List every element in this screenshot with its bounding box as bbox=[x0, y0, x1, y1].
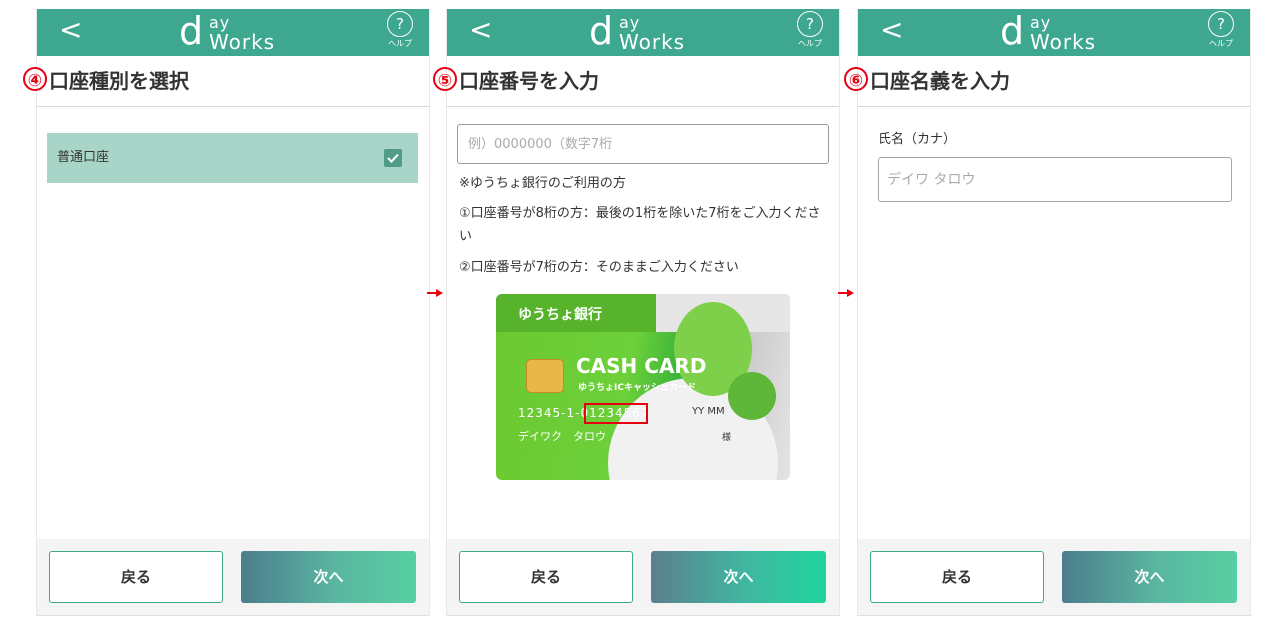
card-bank-name: ゆうちょ銀行 bbox=[518, 307, 602, 323]
card-title: CASH CARD bbox=[576, 354, 707, 378]
holder-name-label: 氏名（カナ） bbox=[878, 132, 957, 147]
yucho-note-heading: ※ゆうちょ銀行のご利用の方 bbox=[459, 176, 626, 191]
dayworks-logo: d ay Works bbox=[179, 9, 276, 54]
help-button[interactable]: ? ヘルプ bbox=[795, 11, 825, 49]
page-title: 口座名義を入力 bbox=[870, 69, 1010, 93]
back-arrow-icon[interactable]: < bbox=[880, 13, 903, 47]
dayworks-logo: d ay Works bbox=[1000, 9, 1097, 54]
help-icon: ? bbox=[1208, 11, 1234, 37]
checkbox-checked-icon[interactable] bbox=[384, 149, 402, 167]
back-arrow-icon[interactable]: < bbox=[59, 13, 82, 47]
yucho-note-2: ②口座番号が7桁の方：そのままご入力ください bbox=[459, 260, 739, 275]
step-number-badge: ⑥ bbox=[844, 67, 868, 91]
screen-account-type: < d ay Works ? ヘルプ ④ 口座種別を選択 普通口座 戻る 次へ bbox=[23, 9, 430, 616]
footer-buttons: 戻る 次へ bbox=[447, 539, 839, 615]
step-number-badge: ⑤ bbox=[433, 67, 457, 91]
help-label: ヘルプ bbox=[1209, 39, 1233, 48]
help-label: ヘルプ bbox=[798, 39, 822, 48]
app-bar: < d ay Works ? ヘルプ bbox=[858, 9, 1250, 56]
step-header: ⑥ 口座名義を入力 bbox=[844, 56, 1250, 107]
holder-name-input[interactable] bbox=[878, 157, 1232, 202]
step-header: ④ 口座種別を選択 bbox=[23, 56, 429, 107]
flow-arrow-icon bbox=[427, 289, 443, 297]
help-label: ヘルプ bbox=[388, 39, 412, 48]
flow-arrow-icon bbox=[838, 289, 854, 297]
option-label: 普通口座 bbox=[57, 150, 110, 165]
card-subtitle: ゆうちょICキャッシュカード bbox=[578, 383, 696, 393]
cash-card-illustration: ゆうちょ銀行 CASH CARD ゆうちょICキャッシュカード 12345-1-… bbox=[496, 294, 790, 480]
step-number-badge: ④ bbox=[23, 67, 47, 91]
card-honorific: 様 bbox=[722, 433, 732, 443]
account-type-option-savings[interactable]: 普通口座 bbox=[47, 133, 418, 183]
next-button[interactable]: 次へ bbox=[241, 551, 416, 603]
dayworks-logo: d ay Works bbox=[589, 9, 686, 54]
next-button[interactable]: 次へ bbox=[1062, 551, 1237, 603]
step-header: ⑤ 口座番号を入力 bbox=[433, 56, 839, 107]
app-bar: < d ay Works ? ヘルプ bbox=[447, 9, 839, 56]
help-icon: ? bbox=[797, 11, 823, 37]
help-button[interactable]: ? ヘルプ bbox=[1206, 11, 1236, 49]
card-chip-icon bbox=[526, 359, 564, 393]
help-button[interactable]: ? ヘルプ bbox=[385, 11, 415, 49]
card-holder-name: デイワク タロウ bbox=[518, 430, 606, 443]
screen-account-number: < d ay Works ? ヘルプ ⑤ 口座番号を入力 ※ゆうちょ銀行のご利用… bbox=[433, 9, 840, 616]
page-title: 口座種別を選択 bbox=[49, 69, 189, 93]
card-number-highlight bbox=[584, 403, 648, 424]
back-button[interactable]: 戻る bbox=[459, 551, 633, 603]
footer-buttons: 戻る 次へ bbox=[858, 539, 1250, 615]
app-bar: < d ay Works ? ヘルプ bbox=[37, 9, 429, 56]
back-button[interactable]: 戻る bbox=[49, 551, 223, 603]
yucho-note-1: ①口座番号が8桁の方：最後の1桁を除いた7桁をご入力ください bbox=[459, 206, 821, 244]
screen-account-holder: < d ay Works ? ヘルプ ⑥ 口座名義を入力 氏名（カナ） 戻る 次… bbox=[844, 9, 1251, 616]
help-icon: ? bbox=[387, 11, 413, 37]
page-title: 口座番号を入力 bbox=[459, 69, 599, 93]
next-button[interactable]: 次へ bbox=[651, 551, 826, 603]
card-expiry: YY MM bbox=[692, 406, 725, 417]
account-number-input[interactable] bbox=[457, 124, 829, 164]
back-arrow-icon[interactable]: < bbox=[469, 13, 492, 47]
back-button[interactable]: 戻る bbox=[870, 551, 1044, 603]
footer-buttons: 戻る 次へ bbox=[37, 539, 429, 615]
